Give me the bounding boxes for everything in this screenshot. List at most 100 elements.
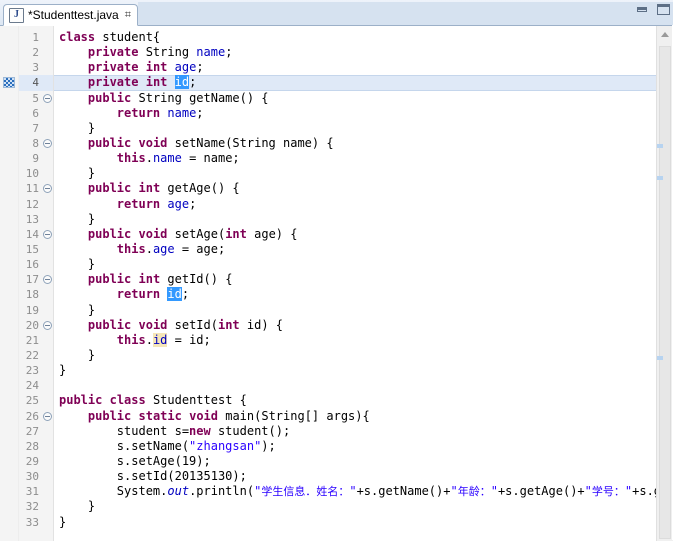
- code-line[interactable]: [54, 378, 656, 393]
- line-number: 28: [25, 439, 39, 453]
- occurrence-marker[interactable]: [3, 77, 15, 89]
- code-line[interactable]: private int age;: [54, 60, 656, 75]
- vertical-scrollbar[interactable]: [656, 26, 673, 541]
- line-number: 12: [25, 197, 39, 211]
- code-line[interactable]: }: [54, 363, 656, 378]
- code-line[interactable]: this.age = age;: [54, 242, 656, 257]
- line-number: 25: [25, 394, 39, 408]
- collapse-icon[interactable]: [42, 93, 52, 103]
- code-line[interactable]: public int getAge() {: [54, 181, 656, 196]
- overview-ruler-marker[interactable]: [657, 144, 663, 148]
- code-line[interactable]: }: [54, 257, 656, 272]
- code-line[interactable]: }: [54, 499, 656, 514]
- code-line[interactable]: private String name;: [54, 45, 656, 60]
- code-line[interactable]: public String getName() {: [54, 91, 656, 106]
- code-line[interactable]: return name;: [54, 106, 656, 121]
- maximize-icon[interactable]: [656, 3, 670, 16]
- line-number: 2: [32, 46, 39, 60]
- code-line[interactable]: return age;: [54, 197, 656, 212]
- scroll-up-arrow[interactable]: [657, 26, 673, 43]
- fold-toggle-icon[interactable]: [41, 272, 53, 287]
- code-line[interactable]: }: [54, 121, 656, 136]
- collapse-icon[interactable]: [42, 411, 52, 421]
- java-file-icon: J: [9, 7, 24, 23]
- fold-toggle-icon[interactable]: [41, 91, 53, 106]
- code-line[interactable]: public int getId() {: [54, 272, 656, 287]
- code-line[interactable]: student s=new student();: [54, 424, 656, 439]
- folding-ruler[interactable]: [41, 26, 54, 541]
- fold-toggle-icon[interactable]: [41, 181, 53, 196]
- line-number: 7: [32, 121, 39, 135]
- code-line[interactable]: s.setName("zhangsan");: [54, 439, 656, 454]
- collapse-icon[interactable]: [42, 184, 52, 194]
- editor-tab-studenttest-java[interactable]: J *Studenttest.java ⌗: [3, 4, 138, 26]
- line-number: 30: [25, 470, 39, 484]
- code-line[interactable]: public void setId(int id) {: [54, 318, 656, 333]
- line-number: 9: [32, 152, 39, 166]
- code-line[interactable]: s.setId(20135130);: [54, 469, 656, 484]
- close-icon[interactable]: ⌗: [123, 9, 131, 21]
- code-line[interactable]: }: [54, 515, 656, 530]
- code-line[interactable]: }: [54, 166, 656, 181]
- line-number: 3: [32, 61, 39, 75]
- line-number: 19: [25, 303, 39, 317]
- marker-ruler[interactable]: [0, 26, 19, 541]
- code-line[interactable]: this.name = name;: [54, 151, 656, 166]
- collapse-icon[interactable]: [42, 138, 52, 148]
- code-line[interactable]: }: [54, 303, 656, 318]
- code-text-area[interactable]: class student{ private String name; priv…: [54, 26, 656, 541]
- line-number: 24: [25, 379, 39, 393]
- line-number: 15: [25, 242, 39, 256]
- code-line[interactable]: }: [54, 348, 656, 363]
- line-number: 5: [32, 91, 39, 105]
- line-number: 26: [25, 409, 39, 423]
- fold-toggle-icon[interactable]: [41, 136, 53, 151]
- line-number: 27: [25, 424, 39, 438]
- overview-ruler-marker[interactable]: [657, 356, 663, 360]
- code-line[interactable]: s.setAge(19);: [54, 454, 656, 469]
- code-editor: 1 2 3 4 5 6 7 8 9 10 11 12 13 14 15 16 17 18 19 20 21 22 23 24 2…: [0, 26, 673, 541]
- editor-tab-bar: J *Studenttest.java ⌗: [0, 0, 673, 26]
- code-line[interactable]: System.out.println("学生信息．姓名："+s.getName(…: [54, 484, 656, 499]
- eclipse-editor-window: J *Studenttest.java ⌗ 1 2 3 4 5 6 7 8 9 10 11 12 13 1…: [0, 0, 673, 541]
- collapse-icon[interactable]: [42, 229, 52, 239]
- collapse-icon[interactable]: [42, 275, 52, 285]
- code-line[interactable]: public void setName(String name) {: [54, 136, 656, 151]
- code-line[interactable]: public void setAge(int age) {: [54, 227, 656, 242]
- tab-bar-empty-area: [137, 2, 673, 25]
- editor-tab-label: *Studenttest.java: [28, 8, 119, 22]
- minimize-icon[interactable]: [635, 3, 649, 16]
- code-line[interactable]: public static void main(String[] args){: [54, 409, 656, 424]
- code-line[interactable]: private int id;: [54, 75, 656, 91]
- fold-toggle-icon[interactable]: [41, 318, 53, 333]
- code-line[interactable]: }: [54, 212, 656, 227]
- fold-toggle-icon[interactable]: [41, 409, 53, 424]
- vertical-scroll-thumb[interactable]: [659, 46, 671, 539]
- line-number: 4: [19, 75, 41, 91]
- code-line[interactable]: this.id = id;: [54, 332, 656, 348]
- code-line[interactable]: class student{: [54, 30, 656, 45]
- fold-toggle-icon[interactable]: [41, 227, 53, 242]
- line-number: 18: [25, 288, 39, 302]
- line-number: 13: [25, 212, 39, 226]
- code-line[interactable]: return id;: [54, 287, 656, 302]
- code-line[interactable]: public class Studenttest {: [54, 393, 656, 408]
- collapse-icon[interactable]: [42, 320, 52, 330]
- overview-ruler-marker[interactable]: [657, 176, 663, 180]
